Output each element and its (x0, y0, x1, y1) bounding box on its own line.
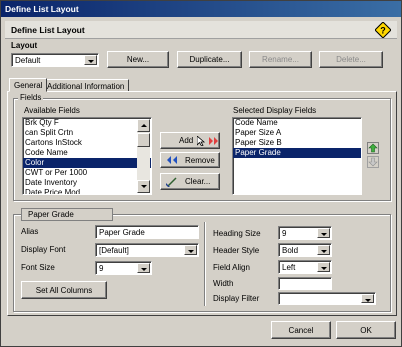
set-all-columns-button[interactable]: Set All Columns (21, 281, 107, 299)
available-fields-label: Available Fields (24, 106, 80, 115)
cancel-button[interactable]: Cancel (271, 321, 331, 339)
list-item[interactable]: Paper Size B (233, 138, 361, 148)
double-arrow-right-icon (209, 137, 218, 145)
chevron-down-icon[interactable] (184, 245, 197, 255)
available-fields-scrollbar[interactable] (137, 119, 150, 193)
field-align-label: Field Align (213, 263, 250, 272)
font-size-value: 9 (99, 264, 104, 273)
move-down-icon[interactable] (367, 156, 379, 168)
eraser-broom-icon (166, 177, 177, 187)
title-bar: Define List Layout (1, 1, 401, 17)
heading-size-select[interactable]: 9 (278, 226, 332, 240)
display-font-select[interactable]: [Default] (95, 243, 199, 257)
tab-general[interactable]: General (9, 78, 48, 92)
scroll-up-icon[interactable] (137, 119, 150, 132)
remove-button[interactable]: Remove (160, 152, 220, 168)
ok-button[interactable]: OK (336, 321, 396, 339)
rename-button[interactable]: Rename... (249, 51, 312, 68)
list-item[interactable]: Date Price Mod (23, 188, 151, 194)
mouse-cursor-icon (197, 136, 206, 146)
display-filter-select[interactable] (278, 292, 376, 305)
remove-button-label: Remove (185, 155, 215, 165)
heading-size-label: Heading Size (213, 229, 261, 238)
list-item[interactable]: CWT or Per 1000 (23, 168, 151, 178)
list-item[interactable]: Code Name (23, 148, 151, 158)
chevron-down-icon[interactable] (317, 228, 330, 238)
scroll-down-icon[interactable] (137, 180, 150, 193)
divider (204, 222, 205, 306)
chevron-down-icon[interactable] (317, 245, 330, 255)
header-style-label: Header Style (213, 246, 260, 255)
add-button[interactable]: Add (160, 132, 220, 149)
display-filter-label: Display Filter (213, 294, 260, 303)
available-fields-list[interactable]: Brk Qty Fcan Split Crtn Cartons InStock Co… (22, 117, 152, 195)
properties-group-header: Paper Grade (21, 208, 113, 221)
alias-input[interactable]: Paper Grade (95, 225, 199, 239)
layout-select-value: Default (15, 56, 41, 65)
list-item[interactable]: can Split Crtn (23, 128, 151, 138)
alias-label: Alias (21, 227, 39, 236)
width-input[interactable] (278, 277, 332, 290)
chevron-down-icon[interactable] (137, 263, 150, 273)
list-item[interactable]: Date Inventory (23, 178, 151, 188)
selected-fields-label: Selected Display Fields (233, 106, 317, 115)
font-size-label: Font Size (21, 263, 55, 272)
header-strip: Define List Layout ? (5, 21, 397, 39)
font-size-select[interactable]: 9 (95, 261, 152, 275)
add-button-label: Add (179, 136, 194, 145)
selected-fields-list[interactable]: Code Name Paper Size A Paper Size B Paper G… (232, 117, 362, 195)
dialog-window: Define List Layout Define List Layout ? … (0, 0, 402, 347)
heading-size-value: 9 (282, 229, 287, 238)
field-align-value: Left (282, 263, 296, 272)
properties-group-label: Paper Grade (28, 210, 74, 219)
chevron-down-icon[interactable] (84, 55, 97, 65)
layout-select[interactable]: Default (11, 53, 99, 67)
duplicate-button[interactable]: Duplicate... (177, 51, 242, 68)
chevron-down-icon[interactable] (317, 262, 330, 272)
list-item[interactable]: Code Name (233, 118, 361, 128)
list-item[interactable]: Cartons InStock (23, 138, 151, 148)
chevron-down-icon[interactable] (361, 294, 374, 303)
display-font-label: Display Font (21, 245, 66, 254)
list-item[interactable]: Color (23, 158, 151, 168)
double-arrow-left-icon (167, 156, 177, 164)
display-font-value: [Default] (99, 246, 129, 255)
layout-label: Layout (11, 41, 38, 50)
fields-group-label: Fields (18, 92, 44, 104)
header-title: Define List Layout (11, 25, 85, 35)
delete-button[interactable]: Delete... (319, 51, 383, 68)
field-align-select[interactable]: Left (278, 260, 332, 274)
header-style-value: Bold (282, 246, 299, 255)
width-label: Width (213, 279, 234, 288)
clear-button[interactable]: Clear... (160, 173, 220, 190)
clear-button-label: Clear... (185, 177, 211, 186)
svg-text:?: ? (380, 26, 386, 36)
move-up-icon[interactable] (367, 142, 379, 154)
list-item[interactable]: Paper Grade (233, 148, 361, 158)
list-item[interactable]: Brk Qty F (23, 118, 151, 128)
scroll-thumb[interactable] (137, 133, 150, 147)
header-style-select[interactable]: Bold (278, 243, 332, 257)
list-item[interactable]: Paper Size A (233, 128, 361, 138)
help-diamond-icon[interactable]: ? (375, 22, 391, 38)
new-button[interactable]: New... (107, 51, 169, 68)
